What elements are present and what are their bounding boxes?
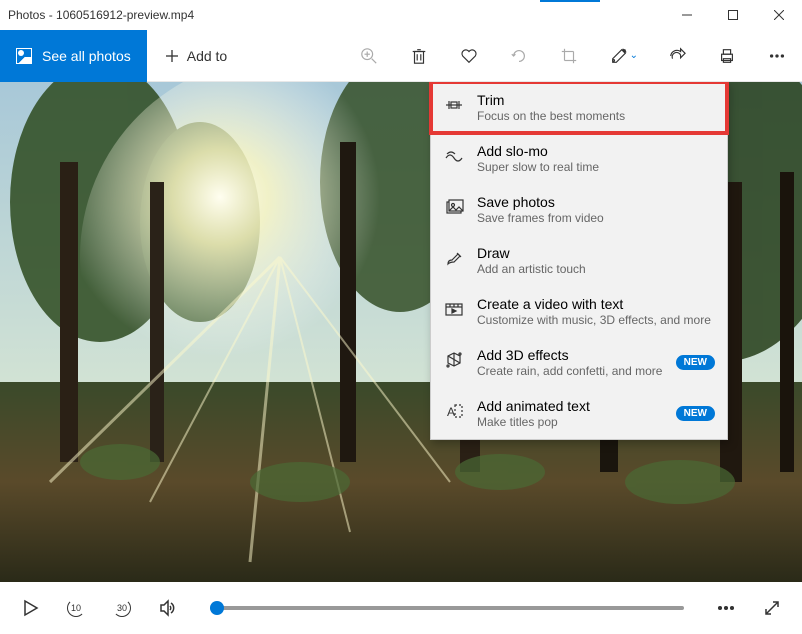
new-badge: NEW [676, 355, 715, 370]
video-viewport[interactable]: TrimFocus on the best moments Add slo-mo… [0, 82, 802, 582]
menu-item-trim[interactable]: TrimFocus on the best moments [431, 82, 727, 133]
menu-item-createvideo[interactable]: Create a video with textCustomize with m… [431, 286, 727, 337]
see-all-photos-button[interactable]: See all photos [0, 30, 147, 82]
plus-icon [165, 49, 179, 63]
window-title: Photos - 1060516912-preview.mp4 [8, 8, 664, 22]
toolbar: See all photos Add to ⌄ [0, 30, 802, 82]
share-button[interactable] [652, 30, 702, 82]
svg-text:A: A [447, 405, 455, 419]
seek-slider[interactable] [210, 606, 684, 610]
menu-item-draw[interactable]: DrawAdd an artistic touch [431, 235, 727, 286]
menu-title: Add 3D effects [477, 347, 664, 363]
menu-title: Save photos [477, 194, 715, 210]
more-controls-button[interactable] [706, 588, 746, 628]
menu-title: Draw [477, 245, 715, 261]
more-button[interactable] [752, 30, 802, 82]
menu-sub: Make titles pop [477, 415, 664, 429]
volume-button[interactable] [148, 588, 188, 628]
menu-item-3deffects[interactable]: Add 3D effectsCreate rain, add confetti,… [431, 337, 727, 388]
menu-title: Create a video with text [477, 296, 715, 312]
video-icon [443, 298, 465, 320]
edit-create-button[interactable] [594, 30, 644, 82]
menu-sub: Customize with music, 3D effects, and mo… [477, 313, 715, 327]
add-to-button[interactable]: Add to [147, 30, 245, 82]
menu-item-animtext[interactable]: A Add animated textMake titles pop NEW [431, 388, 727, 439]
draw-icon [443, 247, 465, 269]
menu-item-savephotos[interactable]: Save photosSave frames from video [431, 184, 727, 235]
edit-create-menu: TrimFocus on the best moments Add slo-mo… [430, 82, 728, 440]
menu-title: Add slo-mo [477, 143, 715, 159]
animtext-icon: A [443, 400, 465, 422]
skip-fwd-button[interactable]: 30 [102, 588, 142, 628]
delete-button[interactable] [394, 30, 444, 82]
photos-icon [16, 48, 32, 64]
play-button[interactable] [10, 588, 50, 628]
favorite-button[interactable] [444, 30, 494, 82]
saveframe-icon [443, 196, 465, 218]
rotate-button[interactable] [494, 30, 544, 82]
minimize-button[interactable] [664, 0, 710, 30]
crop-button[interactable] [544, 30, 594, 82]
new-badge: NEW [676, 406, 715, 421]
fullscreen-button[interactable] [752, 588, 792, 628]
close-button[interactable] [756, 0, 802, 30]
zoom-button[interactable] [344, 30, 394, 82]
menu-sub: Save frames from video [477, 211, 715, 225]
skip-back-button[interactable]: 10 [56, 588, 96, 628]
menu-sub: Focus on the best moments [477, 109, 715, 123]
menu-title: Add animated text [477, 398, 664, 414]
add-to-label: Add to [187, 48, 227, 64]
menu-item-slomo[interactable]: Add slo-moSuper slow to real time [431, 133, 727, 184]
menu-title: Trim [477, 92, 715, 108]
slomo-icon [443, 145, 465, 167]
player-controls: 10 30 [0, 582, 802, 634]
titlebar: Photos - 1060516912-preview.mp4 [0, 0, 802, 30]
trim-icon [443, 94, 465, 116]
seek-thumb[interactable] [210, 601, 224, 615]
effects-icon [443, 349, 465, 371]
menu-sub: Create rain, add confetti, and more [477, 364, 664, 378]
menu-sub: Add an artistic touch [477, 262, 715, 276]
menu-sub: Super slow to real time [477, 160, 715, 174]
tab-indicator [540, 0, 600, 2]
maximize-button[interactable] [710, 0, 756, 30]
print-button[interactable] [702, 30, 752, 82]
see-all-label: See all photos [42, 48, 131, 64]
